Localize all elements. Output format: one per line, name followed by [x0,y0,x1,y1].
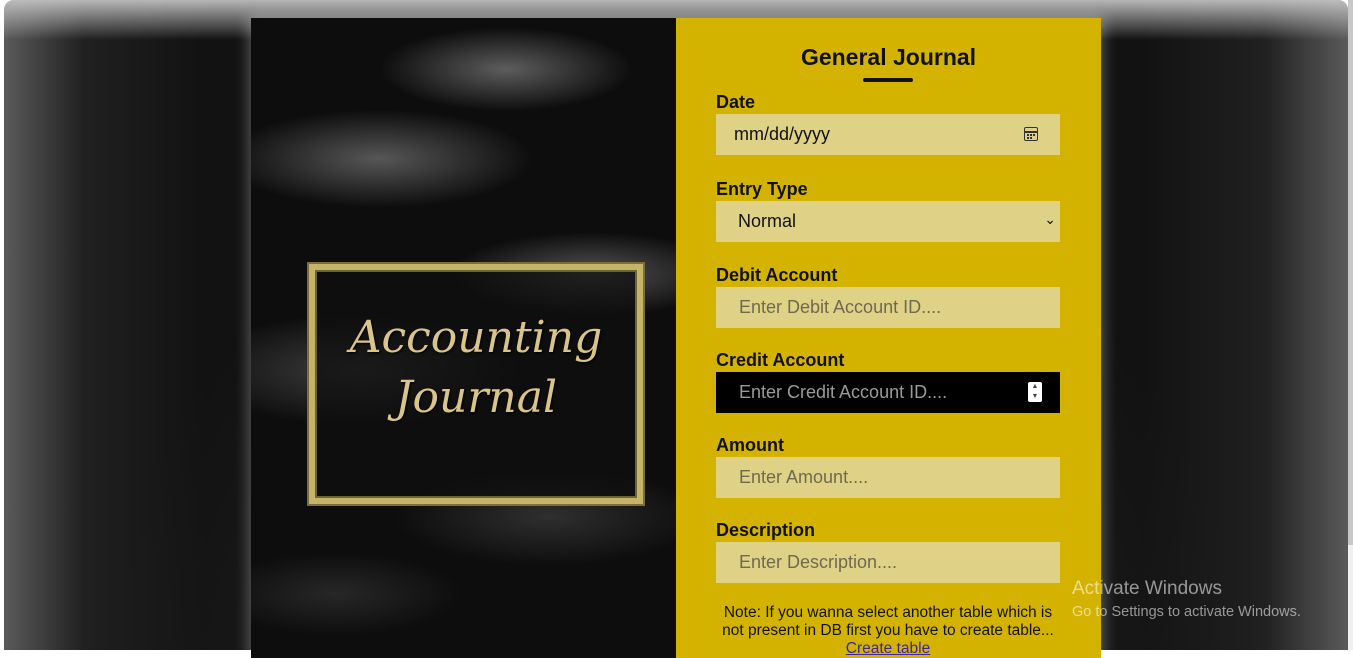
title-underline [863,78,913,82]
chevron-down-icon: ⌄ [1044,211,1056,227]
form-panel: General Journal Date mm/dd/yyyy Entry Ty… [676,18,1101,658]
amount-label: Amount [716,435,784,455]
watermark-subtitle: Go to Settings to activate Windows. [1072,604,1301,620]
form-title: General Journal [800,44,977,70]
calendar-icon[interactable] [1024,127,1038,141]
date-label: Date [716,92,756,112]
cover-image: Accounting Journal [251,18,676,658]
credit-account-label: Credit Account [716,350,845,370]
date-input[interactable]: mm/dd/yyyy [716,114,1060,155]
create-table-link[interactable]: Create table [846,640,930,657]
description-input[interactable]: Enter Description.... [716,542,1060,583]
entry-type-label: Entry Type [716,179,808,199]
cover-title-line2: Journal [394,372,558,423]
entry-type-select[interactable]: Normal ⌄ [716,201,1060,242]
note-body: Note: If you wanna select another table … [722,604,1054,639]
description-label: Description [716,520,816,540]
journal-card: Accounting Journal General Journal Date … [251,18,1101,658]
watermark-title: Activate Windows [1072,578,1222,599]
amount-input[interactable]: Enter Amount.... [716,457,1060,498]
scrollbar[interactable] [1348,0,1353,650]
debit-account-label: Debit Account [716,265,838,285]
number-spinner-icon[interactable]: ▲ ▼ [1028,382,1042,402]
amount-placeholder: Enter Amount.... [739,467,869,487]
credit-account-placeholder: Enter Credit Account ID.... [739,382,948,402]
debit-account-input[interactable]: Enter Debit Account ID.... [716,287,1060,328]
date-placeholder: mm/dd/yyyy [734,124,831,144]
scrollbar-thumb[interactable] [1348,0,1353,545]
activate-windows-watermark: Activate Windows Go to Settings to activ… [1072,578,1301,620]
cover-title-line1: Accounting [349,312,603,363]
debit-account-placeholder: Enter Debit Account ID.... [739,297,942,317]
description-placeholder: Enter Description.... [739,552,898,572]
credit-account-input[interactable]: Enter Credit Account ID.... ▲ ▼ [716,372,1060,413]
entry-type-value: Normal [738,211,797,231]
cover-title: Accounting Journal [315,308,637,428]
